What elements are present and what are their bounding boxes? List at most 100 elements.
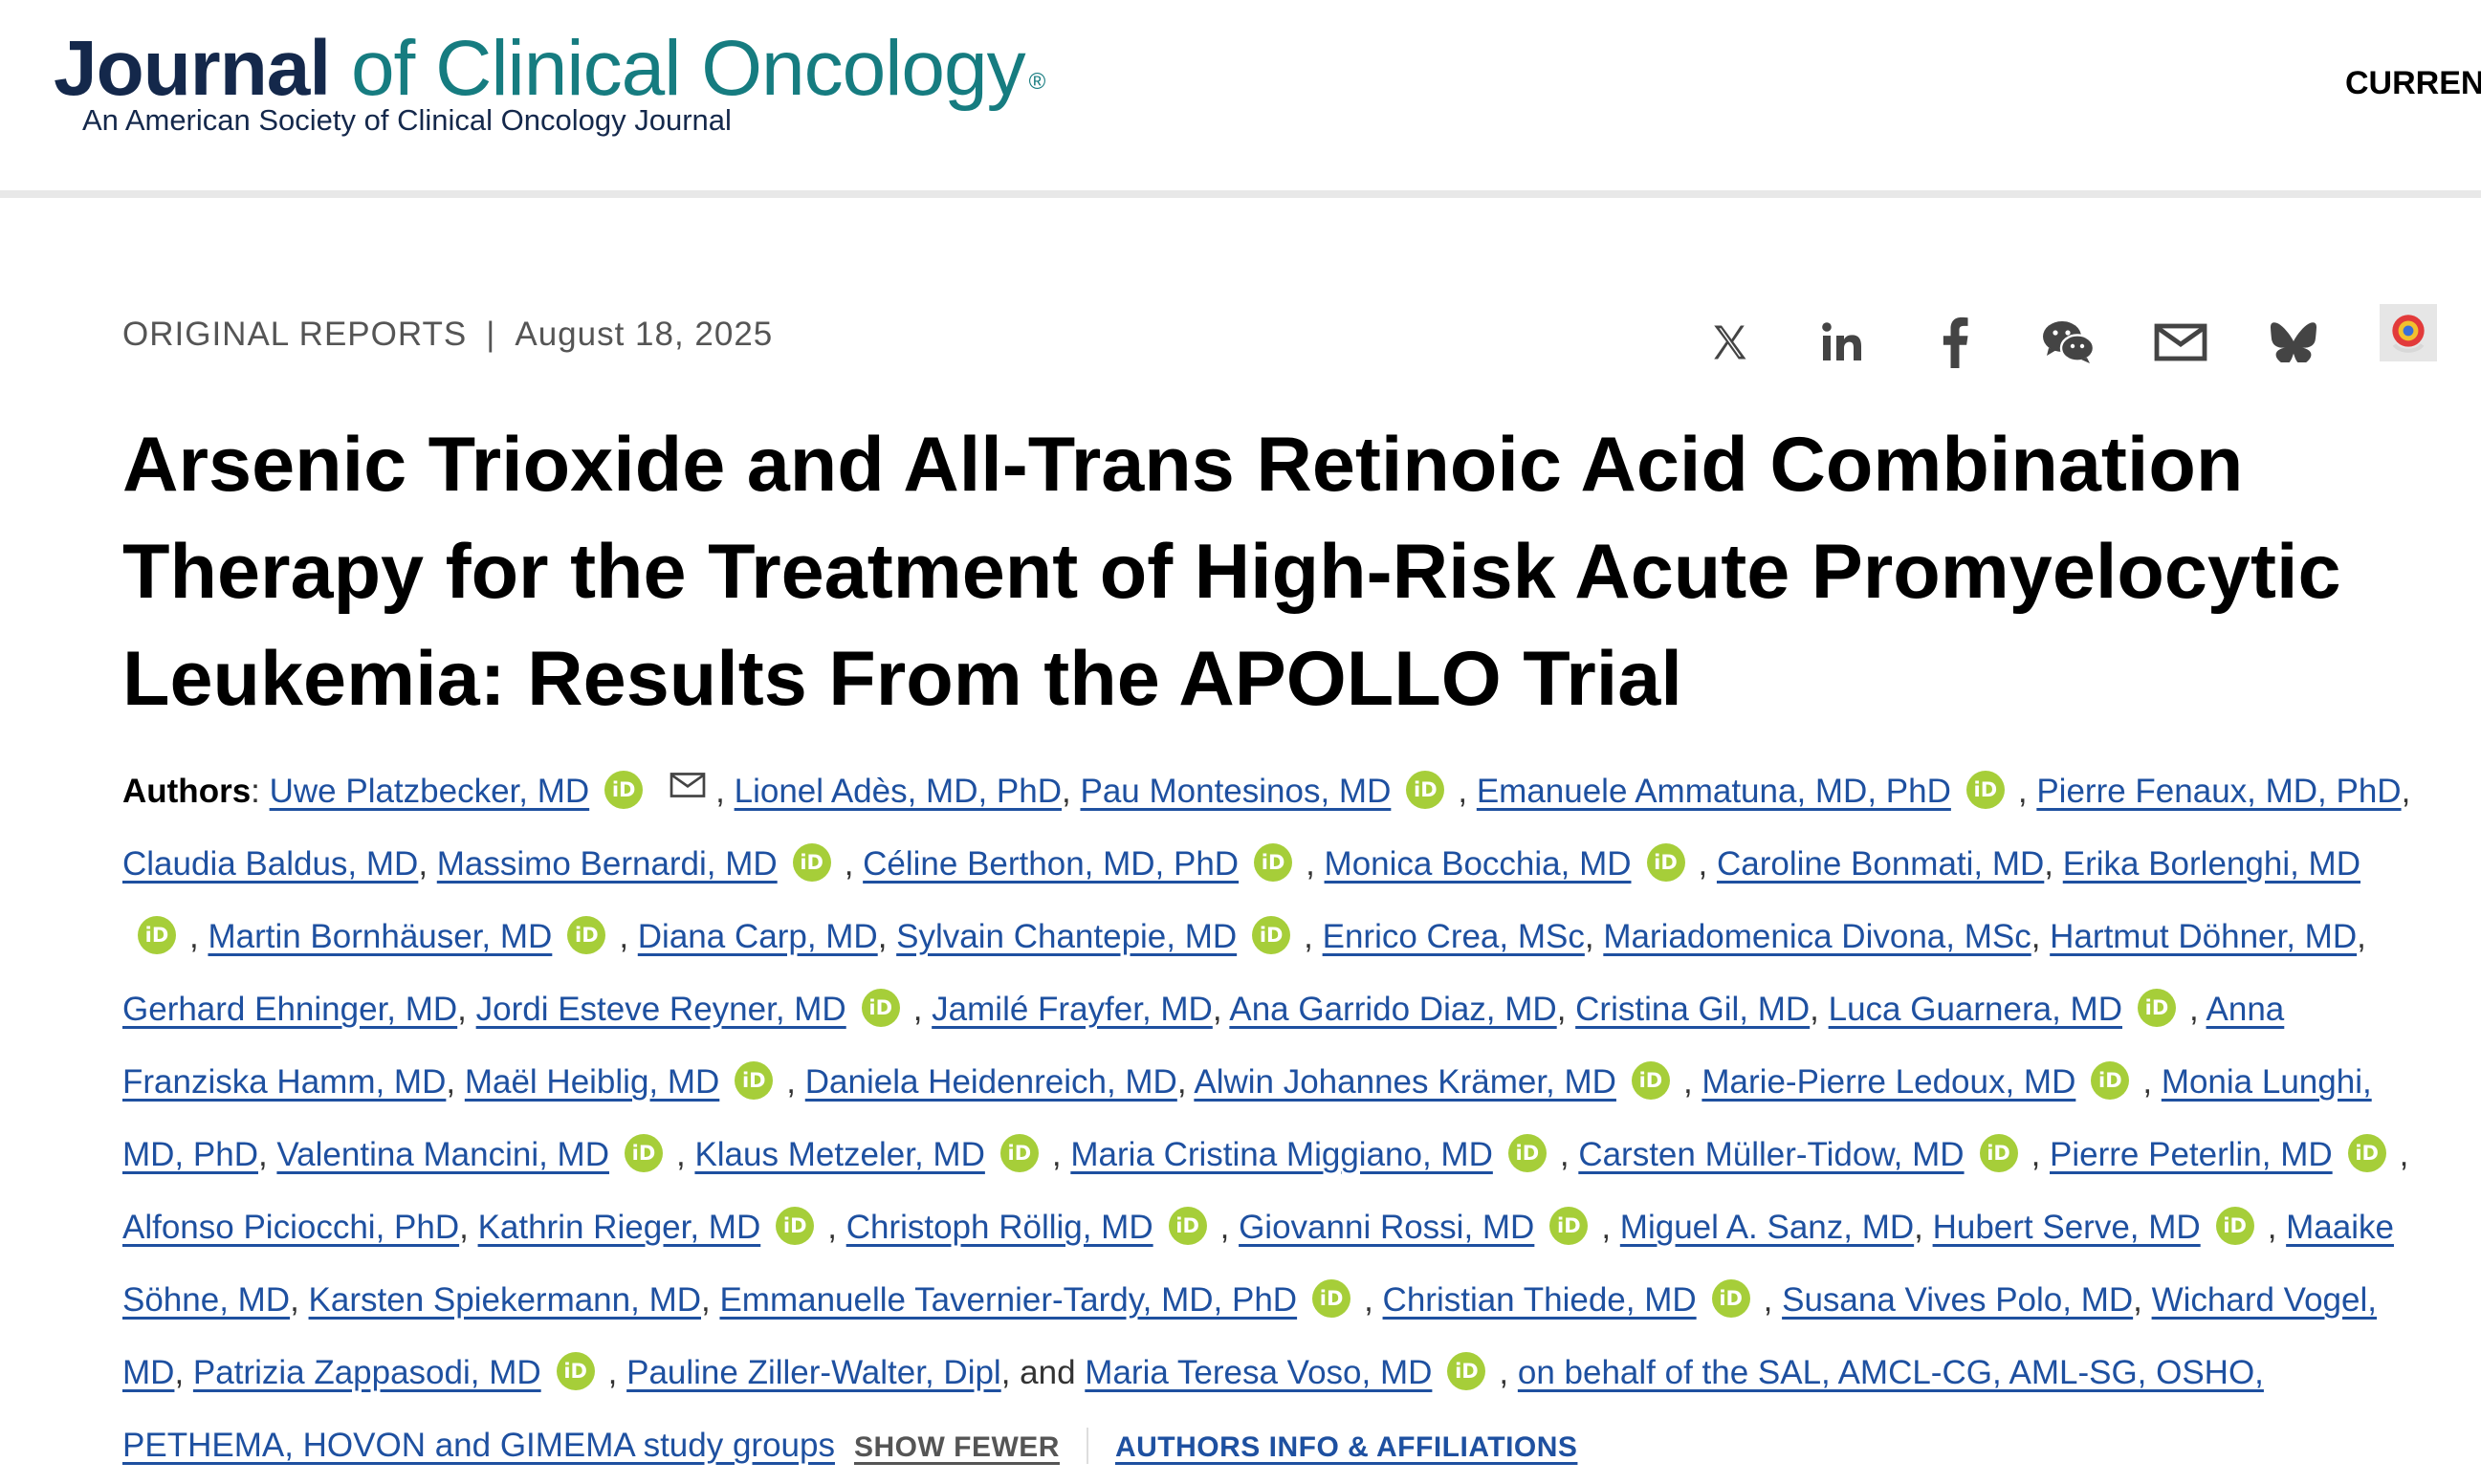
- author-link[interactable]: Uwe Platzbecker, MD: [270, 773, 590, 810]
- author-separator: ,: [701, 1281, 720, 1319]
- orcid-icon[interactable]: iD: [1312, 1279, 1351, 1318]
- orcid-icon[interactable]: iD: [776, 1207, 815, 1245]
- author-separator: ,: [418, 845, 437, 883]
- author-link[interactable]: Caroline Bonmati, MD: [1717, 845, 2044, 883]
- orcid-icon[interactable]: iD: [1168, 1207, 1207, 1245]
- orcid-icon[interactable]: iD: [567, 916, 606, 954]
- author-link[interactable]: Carsten Müller-Tidow, MD: [1578, 1136, 1964, 1173]
- author-link[interactable]: Patrizia Zappasodi, MD: [193, 1354, 541, 1391]
- nav-current-issue[interactable]: CURREN: [2345, 65, 2481, 102]
- author-link[interactable]: Pierre Peterlin, MD: [2050, 1136, 2333, 1173]
- author-link[interactable]: Karsten Spiekermann, MD: [309, 1281, 701, 1319]
- author-link[interactable]: Klaus Metzeler, MD: [694, 1136, 984, 1173]
- bluesky-icon[interactable]: [2267, 316, 2320, 369]
- mendeley-icon[interactable]: [2380, 304, 2437, 361]
- author-link[interactable]: Emmanuelle Tavernier-Tardy, MD, PhD: [719, 1281, 1297, 1319]
- author-link[interactable]: Pau Montesinos, MD: [1080, 773, 1391, 810]
- author-link[interactable]: Pierre Fenaux, MD, PhD: [2036, 773, 2401, 810]
- author-link[interactable]: Mariadomenica Divona, MSc: [1603, 918, 2031, 955]
- orcid-icon[interactable]: iD: [2138, 989, 2176, 1027]
- author-link[interactable]: Miguel A. Sanz, MD: [1620, 1209, 1914, 1246]
- author-link[interactable]: Alfonso Piciocchi, PhD: [122, 1209, 459, 1246]
- author-link[interactable]: Susana Vives Polo, MD: [1782, 1281, 2133, 1319]
- author-link[interactable]: Maria Cristina Miggiano, MD: [1070, 1136, 1493, 1173]
- facebook-icon[interactable]: [1928, 316, 1982, 369]
- orcid-icon[interactable]: iD: [999, 1134, 1039, 1172]
- author-separator: ,: [1364, 1281, 1383, 1319]
- author-link[interactable]: Erika Borlenghi, MD: [2063, 845, 2360, 883]
- email-author-icon[interactable]: [670, 752, 706, 824]
- x-icon[interactable]: [1702, 316, 1756, 369]
- authors-info-affiliations-link[interactable]: AUTHORS INFO & AFFILIATIONS: [1115, 1431, 1577, 1463]
- orcid-icon[interactable]: iD: [1979, 1134, 2018, 1172]
- author-separator: ,: [1682, 1063, 1702, 1101]
- orcid-icon[interactable]: iD: [2215, 1207, 2254, 1245]
- author-link[interactable]: Gerhard Ehninger, MD: [122, 991, 457, 1028]
- article-title: Arsenic Trioxide and All-Trans Retinoic …: [122, 422, 2341, 722]
- author-link[interactable]: Enrico Crea, MSc: [1323, 918, 1585, 955]
- orcid-icon[interactable]: iD: [624, 1134, 663, 1172]
- author-link[interactable]: Emanuele Ammatuna, MD, PhD: [1477, 773, 1951, 810]
- author-link[interactable]: Monica Bocchia, MD: [1325, 845, 1632, 883]
- author-separator: ,: [2044, 845, 2063, 883]
- author-link[interactable]: Maël Heiblig, MD: [465, 1063, 719, 1101]
- author-link[interactable]: Claudia Baldus, MD: [122, 845, 418, 883]
- orcid-icon[interactable]: iD: [138, 916, 176, 954]
- orcid-icon[interactable]: iD: [604, 771, 644, 809]
- author-link[interactable]: Massimo Bernardi, MD: [437, 845, 778, 883]
- author-link[interactable]: Alwin Johannes Krämer, MD: [1194, 1063, 1616, 1101]
- author-link[interactable]: Hartmut Döhner, MD: [2050, 918, 2357, 955]
- orcid-icon[interactable]: iD: [1549, 1207, 1589, 1245]
- authors-colon: :: [251, 773, 270, 810]
- orcid-icon[interactable]: iD: [1646, 843, 1685, 882]
- author-link[interactable]: Daniela Heidenreich, MD: [805, 1063, 1177, 1101]
- orcid-icon[interactable]: iD: [556, 1352, 595, 1390]
- author-link[interactable]: Marie-Pierre Ledoux, MD: [1702, 1063, 2075, 1101]
- orcid-icon[interactable]: iD: [1252, 916, 1291, 954]
- author-link[interactable]: Diana Carp, MD: [638, 918, 878, 955]
- author-link[interactable]: Valentina Mancini, MD: [276, 1136, 609, 1173]
- orcid-icon[interactable]: iD: [1965, 771, 2005, 809]
- orcid-icon[interactable]: iD: [1254, 843, 1293, 882]
- orcid-icon[interactable]: iD: [2091, 1061, 2130, 1100]
- linkedin-icon[interactable]: [1815, 316, 1869, 369]
- authors-label: Authors: [122, 773, 252, 810]
- orcid-icon[interactable]: iD: [735, 1061, 774, 1100]
- orcid-icon[interactable]: iD: [1406, 771, 1445, 809]
- author-link[interactable]: Lionel Adès, MD, PhD: [735, 773, 1062, 810]
- author-link[interactable]: Sylvain Chantepie, MD: [896, 918, 1237, 955]
- wechat-icon[interactable]: [2041, 316, 2095, 369]
- author-link[interactable]: Kathrin Rieger, MD: [478, 1209, 761, 1246]
- orcid-icon[interactable]: iD: [1711, 1279, 1750, 1318]
- orcid-icon[interactable]: iD: [861, 989, 900, 1027]
- author-link[interactable]: Christoph Röllig, MD: [846, 1209, 1153, 1246]
- article-section[interactable]: ORIGINAL REPORTS: [122, 316, 467, 353]
- author-link[interactable]: Ana Garrido Diaz, MD: [1229, 991, 1556, 1028]
- orcid-icon[interactable]: iD: [2347, 1134, 2386, 1172]
- author-separator: ,: [2142, 1063, 2162, 1101]
- author-link[interactable]: Maria Teresa Voso, MD: [1085, 1354, 1432, 1391]
- author-link[interactable]: Luca Guarnera, MD: [1829, 991, 2122, 1028]
- author-link[interactable]: Pauline Ziller-Walter, Dipl: [626, 1354, 1001, 1391]
- orcid-icon[interactable]: iD: [792, 843, 831, 882]
- orcid-icon[interactable]: iD: [1447, 1352, 1486, 1390]
- author-link[interactable]: Giovanni Rossi, MD: [1239, 1209, 1534, 1246]
- author-link[interactable]: Hubert Serve, MD: [1933, 1209, 2201, 1246]
- author-link[interactable]: Martin Bornhäuser, MD: [208, 918, 552, 955]
- author-link[interactable]: Jordi Esteve Reyner, MD: [476, 991, 846, 1028]
- author-separator: ,: [827, 1209, 846, 1246]
- author-separator: ,: [1176, 1063, 1195, 1101]
- author-link[interactable]: Jamilé Frayfer, MD: [932, 991, 1213, 1028]
- author-link[interactable]: Cristina Gil, MD: [1575, 991, 1810, 1028]
- author-link[interactable]: Céline Berthon, MD, PhD: [863, 845, 1239, 883]
- journal-logo[interactable]: Journal of Clinical Oncology ® An America…: [54, 21, 1046, 137]
- show-fewer-button[interactable]: SHOW FEWER: [854, 1431, 1060, 1463]
- email-share-icon[interactable]: [2154, 316, 2207, 369]
- author-link[interactable]: Christian Thiede, MD: [1383, 1281, 1697, 1319]
- author-separator: ,: [1499, 1354, 1518, 1391]
- orcid-icon[interactable]: iD: [1507, 1134, 1547, 1172]
- logo-registered-mark: ®: [1028, 69, 1046, 95]
- orcid-icon[interactable]: iD: [1631, 1061, 1670, 1100]
- authors-block: Authors: Uwe Platzbecker, MD iD, Lionel A…: [122, 752, 2418, 1484]
- author-separator: ,: [844, 845, 864, 883]
